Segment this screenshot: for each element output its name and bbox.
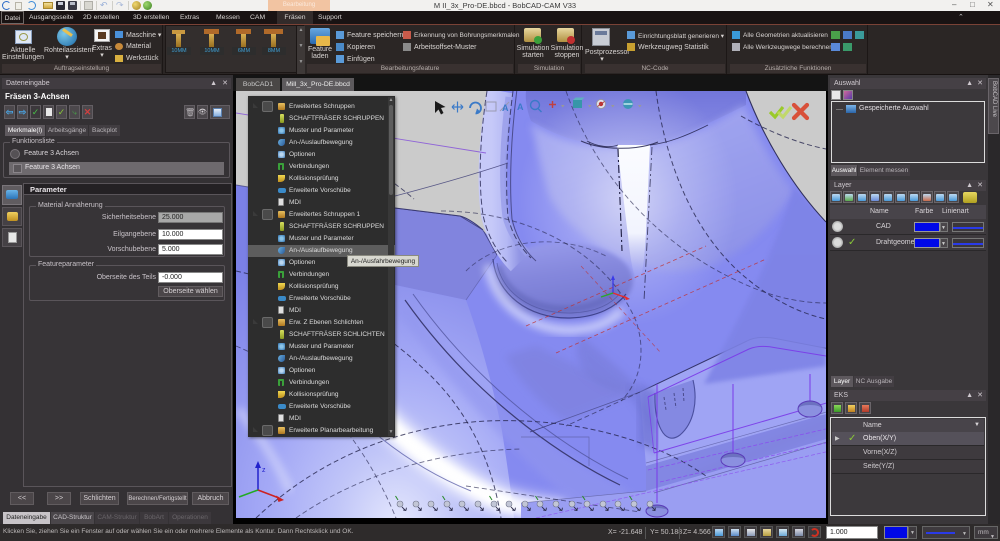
svg-text:A: A: [502, 103, 509, 113]
svg-text:z: z: [262, 467, 266, 474]
svg-text:A: A: [517, 102, 524, 112]
